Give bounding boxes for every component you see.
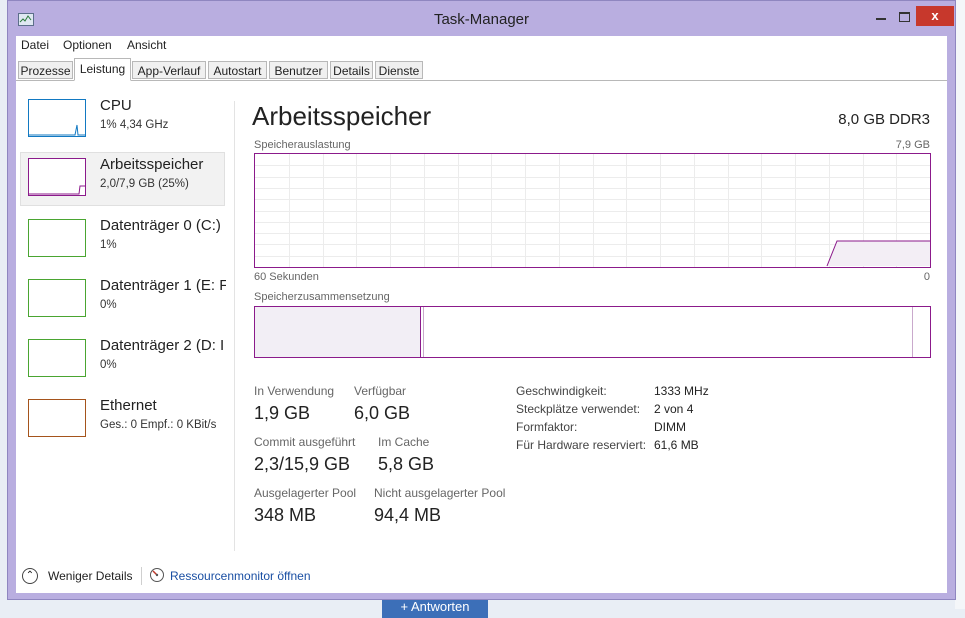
cached-value: 5,8 GB <box>378 454 435 474</box>
disk-thumbnail-graph <box>28 279 86 317</box>
desktop-background <box>955 0 965 609</box>
network-thumbnail-graph <box>28 399 86 437</box>
sidebar-item-datentraeger-1[interactable]: Datenträger 1 (E: F 0% <box>20 273 226 327</box>
property-key: Steckplätze verwendet: <box>516 402 641 416</box>
resource-monitor-icon <box>149 567 165 583</box>
sidebar-item-label: Datenträger 2 (D: I <box>100 337 225 354</box>
tab-bar: Prozesse Leistung App-Verlauf Autostart … <box>16 58 947 81</box>
tab-autostart[interactable]: Autostart <box>208 61 267 79</box>
tab-benutzer[interactable]: Benutzer <box>269 61 328 79</box>
sidebar-item-datentraeger-2[interactable]: Datenträger 2 (D: I 0% <box>20 333 225 387</box>
memory-usage-graph <box>254 153 931 268</box>
graph-max-label: 7,9 GB <box>895 139 930 151</box>
property-value: 2 von 4 <box>654 402 694 416</box>
nonpaged-pool-value: 94,4 MB <box>374 505 442 525</box>
sidebar-item-label: Ethernet <box>100 397 157 414</box>
graph-zero-label: 0 <box>923 271 930 283</box>
tab-prozesse[interactable]: Prozesse <box>18 61 73 79</box>
sidebar-item-datentraeger-0[interactable]: Datenträger 0 (C:) 1% <box>20 213 225 267</box>
footer-divider <box>141 567 142 585</box>
task-manager-window: Task-Manager x Datei Optionen Ansicht Pr… <box>7 0 956 600</box>
footer-bar: ⌃ Weniger Details Ressourcenmonitor öffn… <box>16 559 947 593</box>
chevron-up-icon[interactable]: ⌃ <box>22 568 38 584</box>
tab-app-verlauf[interactable]: App-Verlauf <box>132 61 206 79</box>
paged-pool-value: 348 MB <box>254 505 317 525</box>
close-button[interactable]: x <box>916 6 954 26</box>
property-value: 61,6 MB <box>654 438 699 452</box>
disk-thumbnail-graph <box>28 339 86 377</box>
minimize-icon <box>876 18 886 20</box>
sidebar-item-label: Arbeitsspeicher <box>100 156 204 173</box>
open-resource-monitor-link[interactable]: Ressourcenmonitor öffnen <box>170 569 311 583</box>
property-key: Für Hardware reserviert: <box>516 438 647 452</box>
tab-leistung[interactable]: Leistung <box>74 58 131 81</box>
sidebar-item-arbeitsspeicher[interactable]: Arbeitsspeicher 2,0/7,9 GB (25%) <box>20 152 225 206</box>
in-use-value: 1,9 GB <box>254 403 311 423</box>
sidebar-divider <box>234 101 235 551</box>
cached-label: Im Cache <box>378 435 430 449</box>
sidebar-item-label: CPU <box>100 97 132 114</box>
memory-spec: 8,0 GB DDR3 <box>838 111 930 128</box>
property-key: Geschwindigkeit: <box>516 384 607 398</box>
maximize-icon <box>898 12 910 22</box>
disk-thumbnail-graph <box>28 219 86 257</box>
sidebar-item-value: Ges.: 0 Empf.: 0 KBit/s <box>100 419 217 431</box>
property-key: Formfaktor: <box>516 420 578 434</box>
tab-details[interactable]: Details <box>330 61 373 79</box>
sidebar-item-ethernet[interactable]: Ethernet Ges.: 0 Empf.: 0 KBit/s <box>20 393 225 447</box>
cpu-thumbnail-graph <box>28 99 86 137</box>
sidebar-item-value: 1% <box>100 239 117 251</box>
menu-ansicht[interactable]: Ansicht <box>127 38 166 52</box>
client-area: Datei Optionen Ansicht Prozesse Leistung… <box>16 36 947 593</box>
title-bar[interactable]: Task-Manager x <box>8 1 955 37</box>
maximize-button[interactable] <box>891 6 917 26</box>
memory-thumbnail-graph <box>28 158 86 196</box>
menu-optionen[interactable]: Optionen <box>63 38 112 52</box>
sidebar-item-label: Datenträger 0 (C:) <box>100 217 221 234</box>
available-value: 6,0 GB <box>354 403 411 423</box>
memory-composition-bar <box>254 306 931 358</box>
menu-datei[interactable]: Datei <box>21 38 49 52</box>
available-label: Verfügbar <box>354 384 407 398</box>
menu-bar: Datei Optionen Ansicht <box>16 36 947 56</box>
window-title: Task-Manager <box>433 11 530 28</box>
sidebar-item-value: 2,0/7,9 GB (25%) <box>100 178 189 190</box>
composition-label: Speicherzusammensetzung <box>254 291 390 303</box>
background-reply-button[interactable]: + Antworten <box>382 598 488 618</box>
page-title: Arbeitsspeicher <box>252 101 432 131</box>
performance-panel: CPU 1% 4,34 GHz Arbeitsspeicher 2,0/7,9 … <box>16 81 947 593</box>
property-value: DIMM <box>654 420 686 434</box>
property-value: 1333 MHz <box>654 384 709 398</box>
sidebar-item-cpu[interactable]: CPU 1% 4,34 GHz <box>20 93 225 147</box>
tab-dienste[interactable]: Dienste <box>375 61 423 79</box>
paged-pool-label: Ausgelagerter Pool <box>254 486 357 500</box>
sidebar-item-value: 0% <box>100 299 117 311</box>
sidebar-item-value: 0% <box>100 359 117 371</box>
nonpaged-pool-label: Nicht ausgelagerter Pool <box>374 486 506 500</box>
graph-time-label: 60 Sekunden <box>254 271 319 283</box>
sidebar-item-value: 1% 4,34 GHz <box>100 119 169 131</box>
sidebar-item-label: Datenträger 1 (E: F <box>100 277 226 294</box>
in-use-label: In Verwendung <box>254 384 335 398</box>
commit-label: Commit ausgeführt <box>254 435 356 449</box>
commit-value: 2,3/15,9 GB <box>254 454 351 474</box>
fewer-details-button[interactable]: Weniger Details <box>48 569 132 583</box>
graph-label: Speicherauslastung <box>254 139 351 151</box>
